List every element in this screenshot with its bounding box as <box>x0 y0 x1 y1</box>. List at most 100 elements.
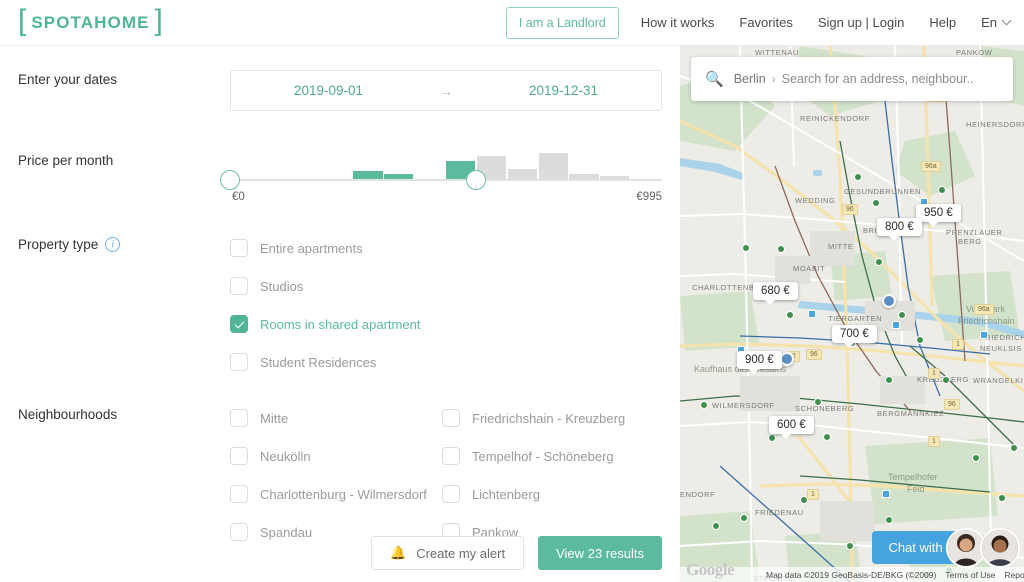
map-road-shield: 1 <box>928 436 940 447</box>
logo-bracket-left-icon: [ <box>18 4 27 37</box>
map-station-icon <box>808 310 816 318</box>
map-price-pin[interactable]: 950 € <box>916 204 961 227</box>
map-marker-dot[interactable] <box>882 294 896 308</box>
slider-track[interactable] <box>230 179 662 181</box>
checkbox-property-type-3[interactable]: Student Residences <box>230 349 442 375</box>
map-sbahn-icon <box>800 496 808 504</box>
map-sbahn-icon <box>846 542 854 550</box>
map-district-label: FRIEDENAU <box>755 508 804 517</box>
checkbox-neighbourhood-0[interactable]: Mitte <box>230 405 442 431</box>
checkbox-neighbourhood-2[interactable]: Charlottenburg - Wilmersdorf <box>230 481 442 507</box>
map-attribution-text: Map data ©2019 GeoBasis-DE/BKG (©2009) <box>766 569 937 580</box>
price-slider[interactable]: €0 €995 <box>220 151 662 203</box>
price-min-label: €0 <box>232 191 245 203</box>
property-type-options: Entire apartments Studios Rooms in shared … <box>230 235 442 375</box>
language-selector[interactable]: En <box>981 15 1012 30</box>
map-district-label: PRENZLAUER <box>946 228 1003 237</box>
map-price-pin[interactable]: 700 € <box>832 325 877 348</box>
neighbourhood-columns: Mitte Neukölln Charlottenburg - Wilmersdor… <box>230 405 662 545</box>
checkbox-box-icon[interactable] <box>230 353 248 371</box>
checkbox-box-icon[interactable] <box>230 277 248 295</box>
checkbox-label: Charlottenburg - Wilmersdorf <box>260 486 427 502</box>
property-type-label: Property type i <box>18 235 230 252</box>
chevron-down-icon <box>1001 15 1012 26</box>
slider-handle-min[interactable] <box>220 170 240 190</box>
landlord-button[interactable]: I am a Landlord <box>505 6 619 39</box>
map-report-link[interactable]: Report a map error <box>1004 570 1024 580</box>
checkbox-property-type-2[interactable]: Rooms in shared apartment <box>230 311 442 337</box>
map-sbahn-icon <box>898 311 906 319</box>
dates-filter-row: Enter your dates 2019-09-01 → 2019-12-31 <box>18 70 662 111</box>
property-type-title: Property type <box>18 237 99 252</box>
map-sbahn-icon <box>885 516 893 524</box>
map-panel[interactable]: WITTENAU PANKOW REINICKENDORF HEINERSDORF WE… <box>680 46 1024 582</box>
price-max-label: €995 <box>636 191 662 203</box>
map-sbahn-icon <box>998 494 1006 502</box>
map-price-pin[interactable]: 800 € <box>877 218 922 241</box>
checkbox-box-icon[interactable] <box>230 485 248 503</box>
site-logo[interactable]: [ SPOTAHOME ] <box>18 4 163 37</box>
checkbox-label: Mitte <box>260 410 289 426</box>
map-sbahn-icon <box>885 376 893 384</box>
map-sbahn-icon <box>1010 444 1018 452</box>
checkbox-label: Studios <box>260 278 304 294</box>
nav-signup-login[interactable]: Sign up | Login <box>818 15 905 30</box>
checkbox-box-icon[interactable] <box>230 239 248 257</box>
property-type-row: Property type i Entire apartments Studios… <box>18 235 662 375</box>
checkbox-property-type-1[interactable]: Studios <box>230 273 442 299</box>
checkbox-neighbourhood-2[interactable]: Lichtenberg <box>442 481 654 507</box>
slider-handle-max[interactable] <box>466 170 487 190</box>
map-sbahn-icon <box>823 433 831 441</box>
map-district-label: REINICKENDORF <box>800 114 870 123</box>
date-range-picker[interactable]: 2019-09-01 → 2019-12-31 <box>230 70 662 111</box>
info-icon[interactable]: i <box>105 237 121 252</box>
map-district-label: HEINERSDORF <box>966 120 1024 129</box>
nav-help[interactable]: Help <box>929 15 956 30</box>
map-sbahn-icon <box>768 434 776 442</box>
map-sbahn-icon <box>916 336 924 344</box>
map-sbahn-icon <box>872 199 880 207</box>
map-price-pin[interactable]: 600 € <box>769 416 814 439</box>
search-input[interactable]: Search for an address, neighbour.. <box>782 72 974 86</box>
main-nav: I am a Landlord How it works Favorites S… <box>505 6 1012 39</box>
map-district-label: WILMERSDORF <box>712 401 775 410</box>
map-price-pin[interactable]: 900 € <box>737 351 782 374</box>
map-district-label: PANKOW <box>956 48 993 57</box>
checkbox-neighbourhood-1[interactable]: Neukölln <box>230 443 442 469</box>
map-sbahn-icon <box>854 173 862 181</box>
map-search-bar[interactable]: 🔍 Berlin › Search for an address, neighb… <box>691 57 1013 101</box>
filter-panel: Enter your dates 2019-09-01 → 2019-12-31… <box>0 46 680 582</box>
search-city-chip[interactable]: Berlin <box>734 72 766 86</box>
create-alert-button[interactable]: 🔔 Create my alert <box>371 536 525 570</box>
map-sbahn-icon <box>777 245 785 253</box>
checkbox-box-icon[interactable] <box>230 409 248 427</box>
map-price-pin[interactable]: 680 € <box>753 282 798 305</box>
checkbox-box-icon[interactable] <box>442 447 460 465</box>
nav-favorites[interactable]: Favorites <box>739 15 792 30</box>
checkbox-box-icon[interactable] <box>442 409 460 427</box>
view-results-button[interactable]: View 23 results <box>538 536 662 570</box>
checkbox-box-icon[interactable] <box>442 485 460 503</box>
checkbox-label: Neukölln <box>260 448 311 464</box>
bell-icon: 🔔 <box>390 545 407 560</box>
checkbox-neighbourhood-1[interactable]: Tempelhof - Schöneberg <box>442 443 654 469</box>
date-end-value[interactable]: 2019-12-31 <box>466 83 661 98</box>
checkbox-box-icon[interactable] <box>230 315 248 333</box>
checkbox-neighbourhood-0[interactable]: Friedrichshain - Kreuzberg <box>442 405 654 431</box>
map-terms-link[interactable]: Terms of Use <box>945 570 995 580</box>
avatar <box>980 528 1020 568</box>
map-district-label: GESUNDBRUNNEN <box>844 187 921 196</box>
map-station-icon <box>980 331 988 339</box>
checkbox-property-type-0[interactable]: Entire apartments <box>230 235 442 261</box>
date-arrow-icon: → <box>439 82 453 99</box>
map-marker-dot[interactable] <box>780 352 794 366</box>
date-start-value[interactable]: 2019-09-01 <box>231 83 426 98</box>
histogram-bar <box>538 153 568 179</box>
histogram-bar <box>353 171 383 179</box>
map-station-icon <box>882 490 890 498</box>
checkbox-box-icon[interactable] <box>230 447 248 465</box>
map-sbahn-icon <box>942 376 950 384</box>
nav-how-it-works[interactable]: How it works <box>641 15 715 30</box>
checkbox-label: Tempelhof - Schöneberg <box>472 448 614 464</box>
map-district-label: WITTENAU <box>755 48 799 57</box>
